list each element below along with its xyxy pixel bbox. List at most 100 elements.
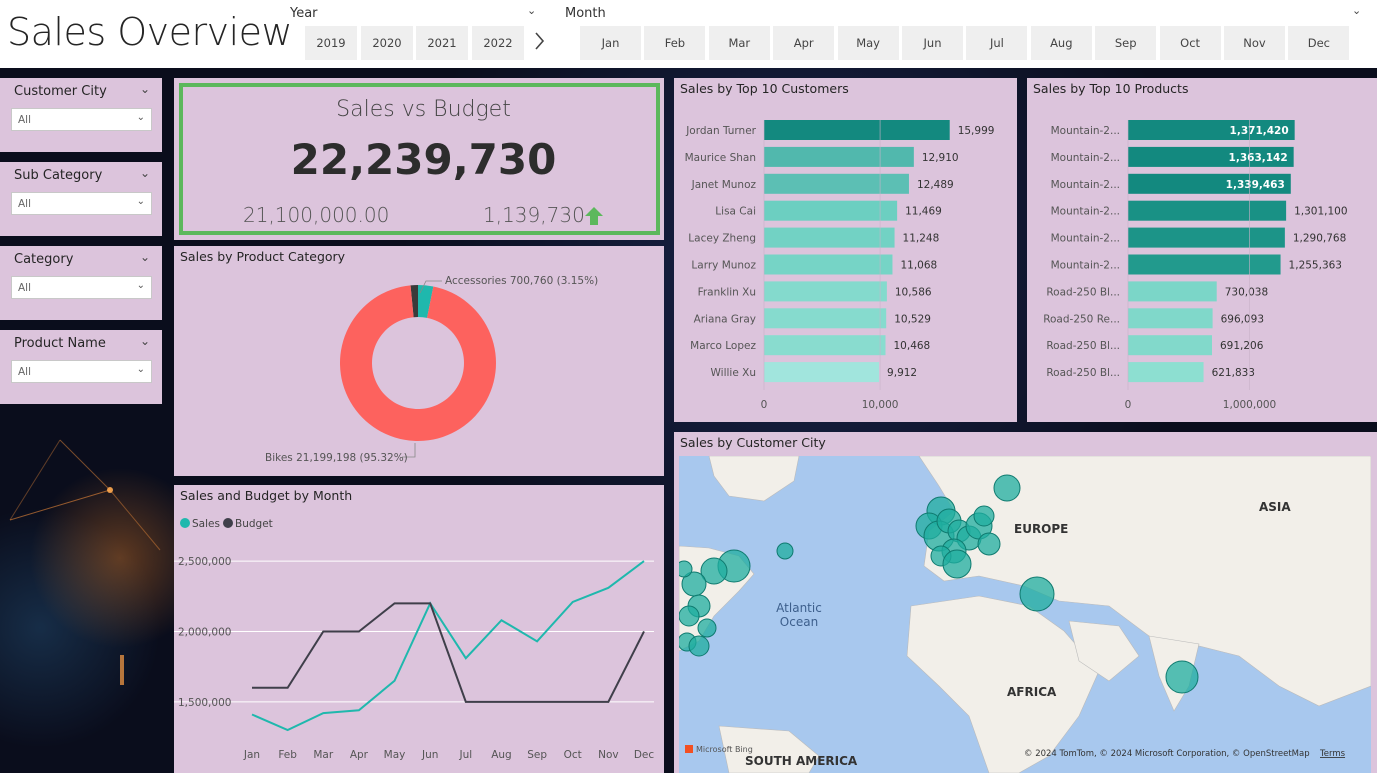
kpi-card-border: Sales vs Budget 22,239,730 21,100,000.00… (179, 83, 660, 235)
bar-category-label: Mountain-2... (1051, 125, 1120, 137)
bar[interactable] (764, 335, 886, 356)
month-tile[interactable]: Feb (644, 26, 706, 60)
month-tile[interactable]: Nov (1224, 26, 1285, 60)
bar-category-label: Lacey Zheng (688, 233, 756, 245)
x-tick-label: Apr (350, 749, 369, 761)
bar[interactable] (764, 200, 898, 221)
filter-label: Customer City (14, 84, 107, 99)
city-bubble[interactable] (973, 505, 995, 527)
bar[interactable] (1128, 281, 1217, 302)
chevron-down-icon: ⌄ (136, 196, 145, 207)
product-name-dropdown[interactable]: All ⌄ (11, 360, 152, 383)
city-bubble[interactable] (993, 474, 1021, 502)
month-tile[interactable]: Dec (1288, 26, 1350, 60)
chevron-down-icon[interactable]: ⌄ (140, 166, 150, 180)
city-bubble[interactable] (776, 542, 794, 560)
bar-value-label: 11,248 (903, 233, 940, 245)
bar[interactable] (764, 308, 887, 329)
month-tile[interactable]: Mar (708, 26, 770, 60)
bar-value-label: 1,363,142 (1229, 152, 1288, 164)
customers-chart-panel: Sales by Top 10 Customers Jordan Turner 1… (674, 78, 1017, 422)
bar[interactable] (1128, 308, 1213, 329)
city-bubble[interactable] (679, 560, 693, 578)
month-tile[interactable]: Jun (902, 26, 963, 60)
map-terms-link[interactable]: Terms (1319, 749, 1346, 759)
x-tick-label: Jun (421, 749, 438, 761)
month-tile[interactable]: Oct (1159, 26, 1221, 60)
month-tile[interactable]: Jan (580, 26, 641, 60)
city-bubble[interactable] (1019, 576, 1055, 612)
series-line-budget[interactable] (252, 602, 645, 703)
year-tile[interactable]: 2019 (305, 26, 357, 60)
series-line-sales[interactable] (251, 560, 645, 732)
bar[interactable] (764, 227, 895, 248)
filter-category: Category ⌄ All ⌄ (0, 246, 162, 320)
bar-category-label: Mountain-2... (1051, 260, 1120, 272)
chevron-down-icon[interactable]: ⌄ (140, 82, 150, 96)
map-label-ocean: Atlantic (776, 601, 822, 615)
city-bubble[interactable] (688, 635, 710, 657)
city-bubble[interactable] (679, 605, 700, 627)
year-tile[interactable]: 2021 (416, 26, 468, 60)
bar[interactable] (764, 362, 880, 383)
bar-value-label: 730,038 (1225, 286, 1268, 298)
dropdown-value: All (18, 114, 32, 126)
chevron-down-icon[interactable]: ⌄ (140, 250, 150, 264)
sub-category-dropdown[interactable]: All ⌄ (11, 192, 152, 215)
month-tile[interactable]: May (837, 26, 899, 60)
chevron-down-icon[interactable]: ⌄ (140, 334, 150, 348)
bar[interactable] (1128, 227, 1285, 248)
donut-chart[interactable]: Accessories 700,760 (3.15%) Bikes 21,199… (174, 246, 664, 476)
y-tick-label: 2,000,000 (178, 626, 231, 638)
bar-value-label: 1,339,463 (1226, 179, 1285, 191)
legend-budget-marker (223, 518, 233, 528)
map-label-europe: EUROPE (1014, 522, 1068, 536)
x-tick-label: 0 (1125, 399, 1132, 411)
bar[interactable] (764, 120, 950, 140)
x-tick-label: 10,000 (862, 399, 899, 411)
month-slicer-label: Month (565, 6, 606, 21)
bar[interactable] (764, 146, 914, 167)
chevron-down-icon[interactable]: ⌄ (527, 4, 536, 17)
x-tick-label: Mar (313, 749, 333, 761)
bar-value-label: 1,290,768 (1293, 233, 1346, 245)
bar[interactable] (764, 281, 887, 302)
month-tile[interactable]: Aug (1030, 26, 1092, 60)
city-bubble[interactable] (697, 618, 717, 638)
month-tile[interactable]: Apr (773, 26, 835, 60)
x-tick-label: Aug (491, 749, 512, 761)
bar-category-label: Mountain-2... (1051, 179, 1120, 191)
year-tile[interactable]: 2022 (472, 26, 524, 60)
bar[interactable] (764, 173, 909, 194)
city-bubble[interactable] (1165, 660, 1199, 694)
month-tile[interactable]: Jul (966, 26, 1028, 60)
year-tile[interactable]: 2020 (361, 26, 413, 60)
bar-value-label: 1,371,420 (1230, 125, 1289, 137)
chevron-right-icon[interactable] (533, 31, 545, 55)
products-bar-chart[interactable]: Mountain-2... 1,371,420 Mountain-2... 1,363… (1027, 78, 1377, 422)
y-tick-label: 1,500,000 (178, 697, 231, 709)
bar-category-label: Road-250 Bl... (1046, 286, 1120, 298)
filter-product-name: Product Name ⌄ All ⌄ (0, 330, 162, 404)
customers-bar-chart[interactable]: Jordan Turner 15,999 Maurice Shan 12,910 Jan… (674, 78, 1017, 422)
bar[interactable] (1128, 254, 1281, 275)
products-chart-panel: Sales by Top 10 Products Mountain-2... 1,… (1027, 78, 1377, 422)
chevron-down-icon[interactable]: ⌄ (1352, 4, 1361, 17)
bar-category-label: Jordan Turner (685, 125, 756, 137)
bar[interactable] (764, 254, 893, 275)
world-map[interactable]: EUROPE ASIA AFRICA SOUTH AMERICA Atlanti… (679, 456, 1371, 773)
bar[interactable] (1128, 362, 1204, 383)
map-attribution: © 2024 TomTom, © 2024 Microsoft Corporat… (1024, 749, 1310, 759)
chevron-down-icon: ⌄ (136, 280, 145, 291)
filter-label: Product Name (14, 336, 106, 351)
line-chart[interactable]: Sales Budget 1,500,000 2,000,000 2,500,000… (174, 485, 664, 773)
category-dropdown[interactable]: All ⌄ (11, 276, 152, 299)
bar[interactable] (1128, 335, 1213, 356)
x-tick-label: 1,000,000 (1223, 399, 1276, 411)
city-bubble[interactable] (942, 549, 972, 579)
customer-city-dropdown[interactable]: All ⌄ (11, 108, 152, 131)
map-label-south-america: SOUTH AMERICA (745, 754, 858, 768)
bar[interactable] (1128, 200, 1287, 221)
city-bubble[interactable] (977, 532, 1001, 556)
month-tile[interactable]: Sep (1095, 26, 1157, 60)
